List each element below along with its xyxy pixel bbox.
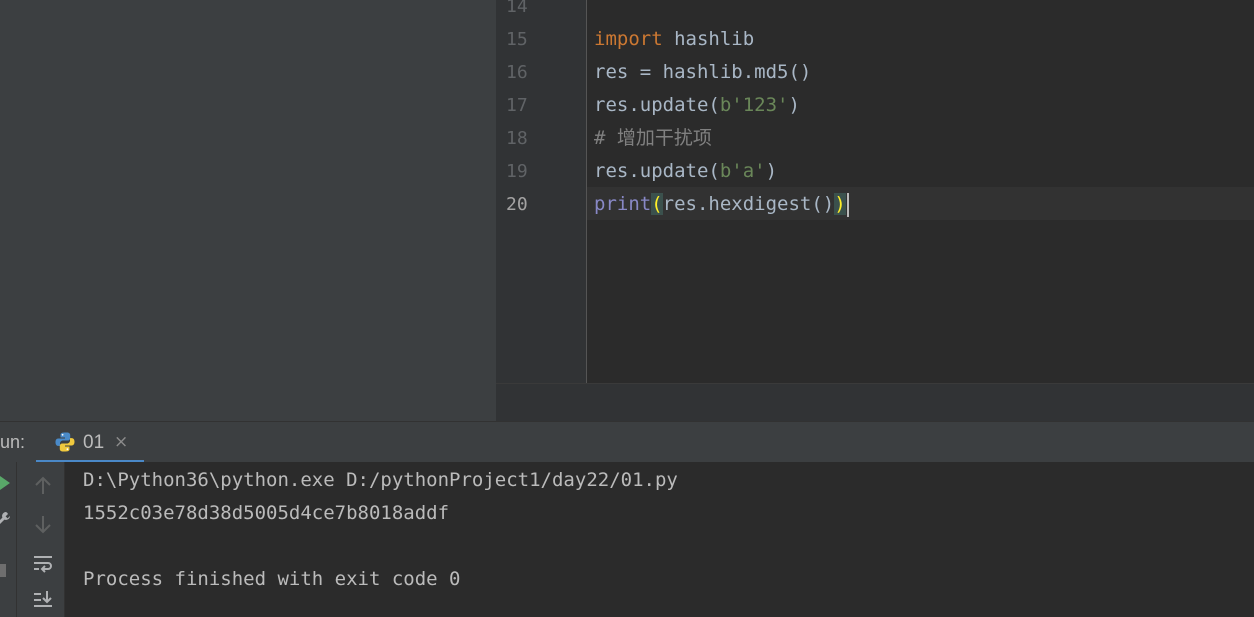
code-line-16[interactable]: res = hashlib.md5() (594, 56, 811, 89)
line-number: 17 (506, 95, 528, 116)
console-toolbar (16, 462, 65, 617)
close-icon[interactable]: × (114, 422, 128, 463)
text-caret (846, 192, 849, 217)
console-exit-line: Process finished with exit code 0 (83, 568, 461, 590)
code-text: res.hexdigest() (662, 193, 835, 215)
scroll-up-icon[interactable] (31, 474, 55, 498)
code-line-15[interactable]: import hashlib (594, 23, 754, 56)
matched-open-paren: ( (651, 193, 663, 215)
line-number: 14 (506, 0, 528, 17)
console-command-line: D:\Python36\python.exe D:/pythonProject1… (83, 469, 678, 491)
code-line-19[interactable]: res.update(b'a') (594, 155, 777, 188)
soft-wrap-icon[interactable] (31, 552, 55, 576)
editor-breadcrumb-bar (496, 383, 1254, 421)
scroll-down-icon[interactable] (31, 512, 55, 536)
code-editor[interactable]: 14 15 16 17 18 19 20 import hashlib res … (496, 0, 1254, 421)
console-output-line: 1552c03e78d38d5005d4ce7b8018addf (83, 502, 450, 524)
run-actions-strip (0, 462, 16, 617)
line-number: 19 (506, 161, 528, 182)
run-label: un: (0, 432, 26, 452)
code-comment: # 增加干扰项 (594, 127, 712, 149)
code-text: res.update( (594, 160, 720, 182)
run-tab-01[interactable]: 01 × (36, 422, 144, 463)
line-number: 16 (506, 62, 528, 83)
code-text: res = hashlib.md5() (594, 61, 812, 83)
run-tool-window-header: un: 01 × (0, 421, 1254, 463)
scroll-to-end-icon[interactable] (31, 588, 55, 612)
code-line-18[interactable]: # 增加干扰项 (594, 122, 712, 155)
line-number: 18 (506, 128, 528, 149)
current-line-number: 20 (506, 194, 528, 215)
code-text: res.update( (594, 94, 720, 116)
code-text: hashlib (662, 28, 755, 50)
code-line-17[interactable]: res.update(b'123') (594, 89, 800, 122)
project-panel (0, 0, 496, 421)
builtin-print: print (594, 193, 652, 215)
run-console[interactable]: D:\Python36\python.exe D:/pythonProject1… (0, 462, 1254, 617)
keyword-import: import (594, 28, 663, 50)
stop-icon[interactable] (0, 562, 8, 580)
wrench-icon[interactable] (0, 510, 12, 528)
string-literal: b'a' (719, 160, 766, 182)
line-number-gutter: 14 15 16 17 18 19 20 (496, 0, 586, 383)
line-number: 15 (506, 29, 528, 50)
code-text: ) (765, 160, 778, 182)
run-icon[interactable] (0, 474, 12, 492)
string-literal: b'123' (719, 94, 789, 116)
python-icon (55, 432, 75, 452)
tab-label: 01 (83, 432, 105, 453)
code-line-20[interactable]: print(res.hexdigest()) (594, 188, 849, 221)
code-text: ) (788, 94, 800, 116)
matched-close-paren: ) (834, 193, 846, 215)
